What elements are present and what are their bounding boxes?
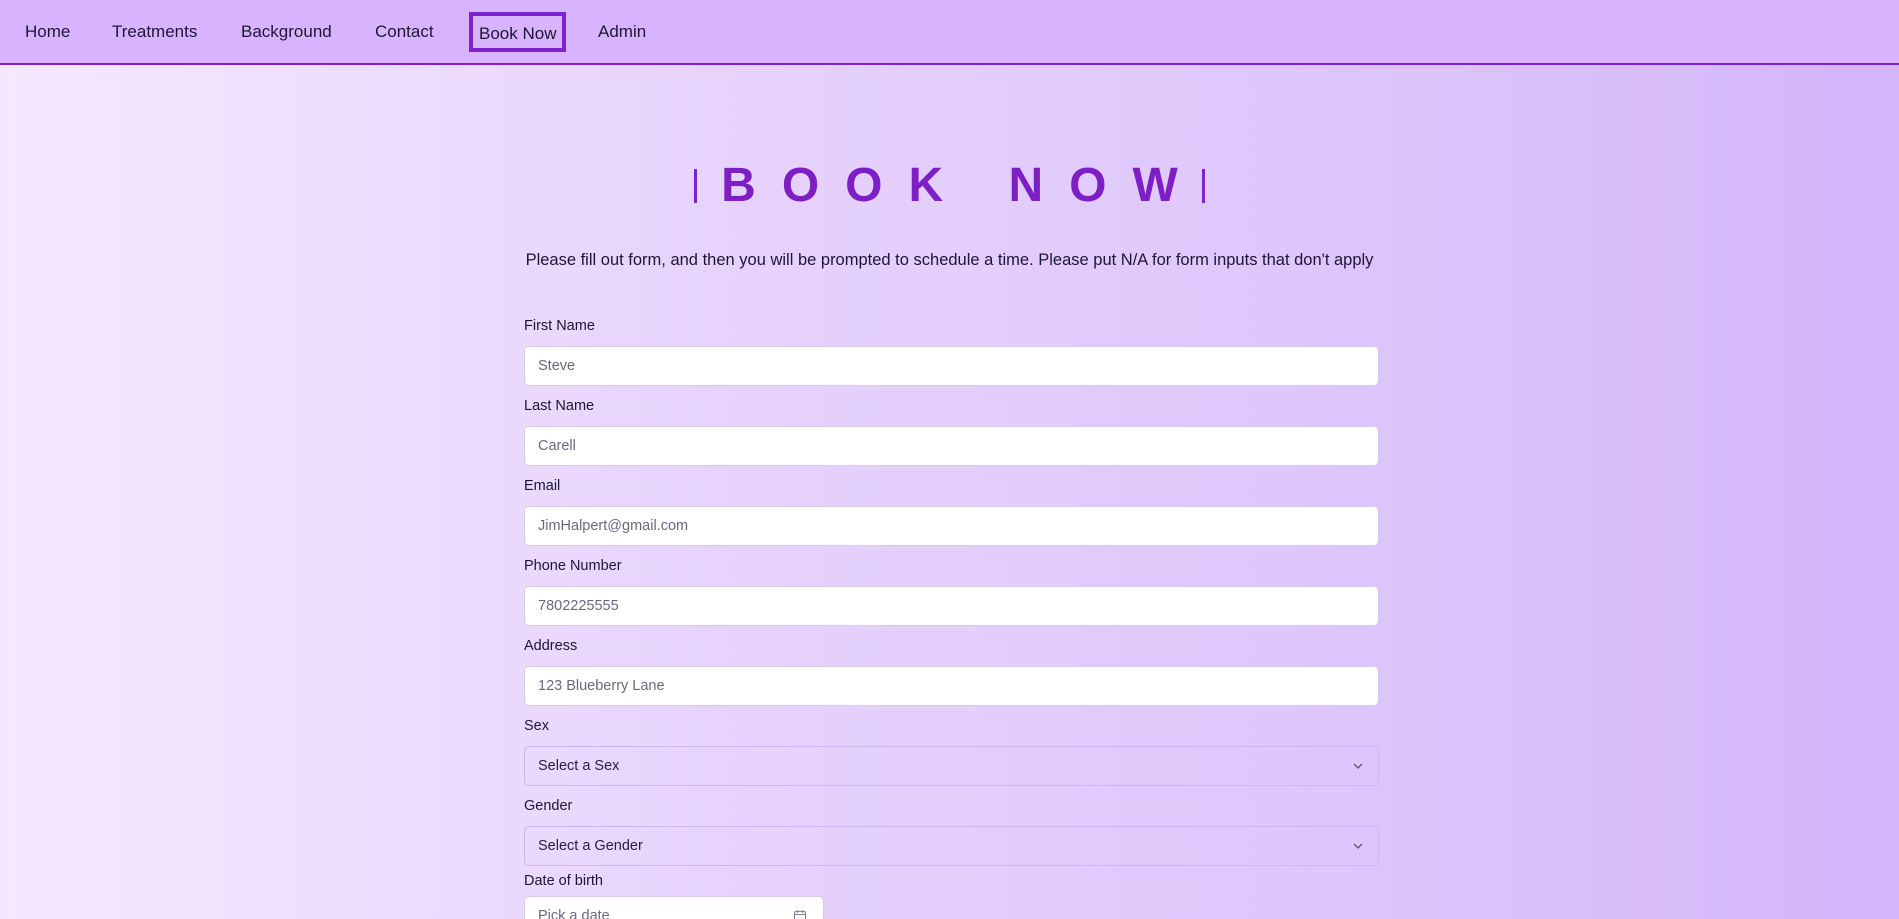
gender-label: Gender — [524, 798, 573, 814]
top-navigation: Home Treatments Background Contact Book … — [0, 0, 1899, 65]
first-name-field[interactable]: Steve — [524, 346, 1379, 386]
nav-book-now-link[interactable]: Book Now — [469, 12, 567, 52]
gender-select[interactable]: Select a Gender — [524, 826, 1379, 866]
last-name-label: Last Name — [524, 398, 595, 414]
page-title: BOOK NOW — [0, 156, 1899, 216]
nav-admin-link[interactable]: Admin — [598, 0, 646, 64]
page-title-text: BOOK NOW — [721, 159, 1204, 212]
sex-select-value: Select a Sex — [538, 758, 620, 774]
sex-select[interactable]: Select a Sex — [524, 746, 1379, 786]
chevron-down-icon — [1353, 843, 1363, 849]
phone-field[interactable]: 7802225555 — [524, 586, 1379, 626]
first-name-label: First Name — [524, 318, 595, 334]
date-of-birth-label: Date of birth — [524, 873, 603, 889]
calendar-icon — [793, 910, 807, 919]
address-label: Address — [524, 638, 578, 654]
email-field[interactable]: JimHalpert@gmail.com — [524, 506, 1379, 546]
nav-treatments-link[interactable]: Treatments — [112, 0, 197, 64]
chevron-down-icon — [1353, 763, 1363, 769]
nav-contact-link[interactable]: Contact — [375, 0, 434, 64]
email-label: Email — [524, 478, 561, 494]
title-right-divider — [1201, 169, 1205, 203]
gender-select-value: Select a Gender — [538, 838, 643, 854]
address-field[interactable]: 123 Blueberry Lane — [524, 666, 1379, 706]
title-left-divider — [694, 169, 698, 203]
nav-home-link[interactable]: Home — [25, 0, 70, 64]
nav-background-link[interactable]: Background — [241, 0, 332, 64]
page-instructions: Please fill out form, and then you will … — [525, 251, 1374, 269]
sex-label: Sex — [524, 718, 549, 734]
date-of-birth-placeholder: Pick a date — [538, 908, 610, 919]
date-of-birth-picker[interactable]: Pick a date — [524, 896, 824, 919]
last-name-field[interactable]: Carell — [524, 426, 1379, 466]
phone-label: Phone Number — [524, 558, 622, 574]
